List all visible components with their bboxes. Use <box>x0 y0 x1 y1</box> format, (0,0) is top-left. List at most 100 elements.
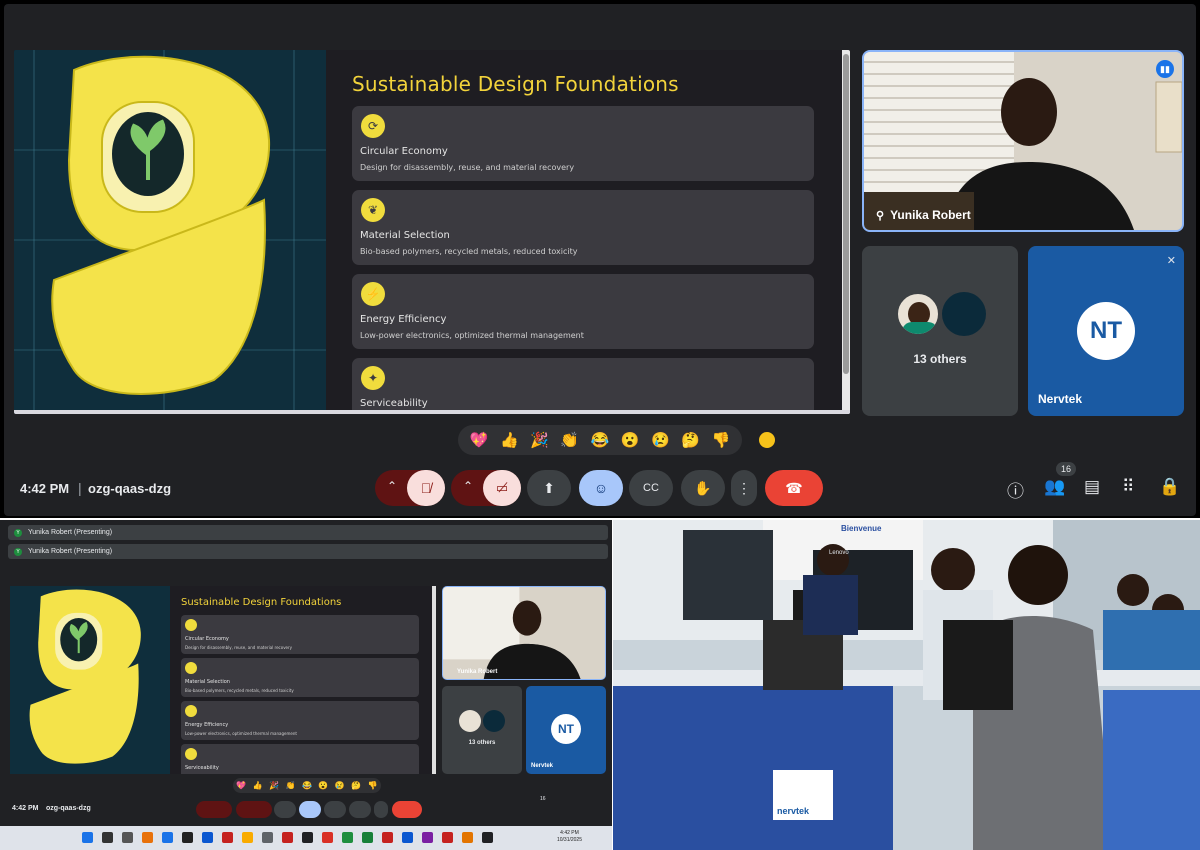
reaction-emoji[interactable]: 😂 <box>302 781 312 790</box>
card-title: Serviceability <box>185 765 219 771</box>
mic-toggle-button[interactable]: 🎙̸ <box>407 470 445 506</box>
nervtek-tile[interactable]: NT Nervtek <box>526 686 606 774</box>
taskbar-app-icon[interactable] <box>402 832 413 843</box>
chat-icon[interactable]: ▤ <box>1084 477 1100 497</box>
present-screen-icon: ⬆ <box>543 479 555 496</box>
taskbar-app-icon[interactable] <box>262 832 273 843</box>
captions-button[interactable]: CC <box>629 470 673 506</box>
nervtek-tile[interactable]: ✕ NT Nervtek <box>1028 246 1184 416</box>
taskbar-app-icon[interactable] <box>482 832 493 843</box>
emoji-button[interactable] <box>299 801 321 818</box>
taskbar-app-icon[interactable] <box>302 832 313 843</box>
camera-options-button[interactable]: ⌃ <box>463 479 473 493</box>
reaction-emoji[interactable]: 🤔 <box>681 431 700 449</box>
participant-count-badge: 16 <box>1056 462 1076 476</box>
people-icon[interactable]: 👥 <box>1044 477 1065 497</box>
reaction-emoji[interactable]: 🎉 <box>530 431 549 449</box>
reaction-emoji[interactable]: 👎 <box>368 781 378 790</box>
taskbar-app-icon[interactable] <box>122 832 133 843</box>
others-tile[interactable]: 13 others <box>442 686 522 774</box>
reaction-emoji[interactable]: 💖 <box>470 431 489 449</box>
camera-toggle-button[interactable]: ▭̸ <box>483 470 521 506</box>
host-controls-icon[interactable]: 🔒 <box>1159 477 1180 497</box>
reaction-emoji[interactable]: 😢 <box>335 781 345 790</box>
slide-scrollbar[interactable] <box>842 50 850 414</box>
present-button[interactable]: ⬆ <box>527 470 571 506</box>
more-options-button[interactable]: ⋮ <box>731 470 757 506</box>
mic-toggle-button[interactable] <box>196 801 232 818</box>
nervtek-logo: NT <box>1077 302 1135 360</box>
scrollbar-thumb[interactable] <box>843 54 849 374</box>
raise-hand-button[interactable] <box>349 801 371 818</box>
taskbar-app-icon[interactable] <box>182 832 193 843</box>
taskbar-app-icon[interactable] <box>242 832 253 843</box>
emoji-button[interactable]: ☺ <box>579 470 623 506</box>
avatar <box>896 292 940 336</box>
camera-toggle-button[interactable] <box>236 801 272 818</box>
taskbar-app-icon[interactable] <box>202 832 213 843</box>
reaction-emoji[interactable]: 😢 <box>651 431 670 449</box>
reaction-emoji[interactable]: 😂 <box>591 431 610 449</box>
slide-scrollbar[interactable] <box>432 586 436 774</box>
second-screen: Y Yunika Robert (Presenting) Y Yunika Ro… <box>0 520 612 850</box>
leaf-icon: ❦ <box>361 198 385 222</box>
taskbar-app-icon[interactable] <box>82 832 93 843</box>
taskbar-app-icon[interactable] <box>462 832 473 843</box>
card-desc: Design for disassembly, reuse, and mater… <box>185 645 293 650</box>
card-circular-economy: Circular Economy Design for disassembly, … <box>181 615 419 654</box>
taskbar-app-icon[interactable] <box>342 832 353 843</box>
speaker-tile[interactable]: Yunika Robert <box>442 586 606 680</box>
card-material-selection: ❦ Material Selection Bio-based polymers,… <box>352 190 814 265</box>
reaction-emoji[interactable]: 💖 <box>236 781 246 790</box>
more-options-button[interactable] <box>374 801 388 818</box>
taskbar-app-icon[interactable] <box>222 832 233 843</box>
reaction-emoji[interactable]: 👍 <box>500 431 519 449</box>
captions-button[interactable] <box>324 801 346 818</box>
reaction-emoji[interactable]: 👎 <box>712 431 731 449</box>
card-desc: Bio-based polymers, recycled metals, red… <box>360 247 578 256</box>
reaction-skin-tone[interactable] <box>759 432 775 448</box>
activities-icon[interactable]: ⠿ <box>1122 477 1134 497</box>
mic-options-button[interactable]: ⌃ <box>387 479 397 493</box>
reaction-emoji[interactable]: 👏 <box>286 781 296 790</box>
nervtek-logo-text: NT <box>558 722 574 736</box>
taskbar-app-icon[interactable] <box>442 832 453 843</box>
end-call-button[interactable]: ☎ <box>765 470 823 506</box>
meeting-code: ozg-qaas-dzg <box>46 805 91 812</box>
classroom-photo-image <box>613 520 1200 850</box>
info-icon[interactable]: ⓘ <box>1007 477 1024 502</box>
mic-off-icon: ✕ <box>1166 255 1176 267</box>
reaction-emoji[interactable]: 😮 <box>318 781 328 790</box>
taskbar-app-icon[interactable] <box>162 832 173 843</box>
taskbar-app-icon[interactable] <box>362 832 373 843</box>
more-icon: ⋮ <box>737 479 751 496</box>
taskbar-app-icon[interactable] <box>142 832 153 843</box>
reaction-emoji[interactable]: 👏 <box>560 431 579 449</box>
raise-hand-button[interactable]: ✋ <box>681 470 725 506</box>
slide-title: Sustainable Design Foundations <box>352 72 679 96</box>
speaker-video <box>443 587 605 679</box>
present-button[interactable] <box>274 801 296 818</box>
captions-icon: CC <box>643 482 659 494</box>
taskbar-app-icon[interactable] <box>322 832 333 843</box>
card-energy-efficiency: ⚡ Energy Efficiency Low-power electronic… <box>352 274 814 349</box>
reaction-emoji[interactable]: 😮 <box>621 431 640 449</box>
taskbar-app-icon[interactable] <box>422 832 433 843</box>
taskbar-app-icon[interactable] <box>102 832 113 843</box>
reaction-emoji[interactable]: 👍 <box>253 781 263 790</box>
end-call-button[interactable] <box>392 801 422 818</box>
taskbar-app-icon[interactable] <box>382 832 393 843</box>
meeting-time: 4:42 PM <box>20 481 70 496</box>
taskbar-app-icon[interactable] <box>282 832 293 843</box>
presenting-row[interactable]: Y Yunika Robert (Presenting) <box>8 544 608 559</box>
others-tile[interactable]: 13 others <box>862 246 1018 416</box>
bulb-icon: ✦ <box>361 366 385 390</box>
others-label: 13 others <box>468 740 496 746</box>
hang-up-icon: ☎ <box>785 479 803 496</box>
reaction-emoji[interactable]: 🎉 <box>269 781 279 790</box>
presenting-row[interactable]: Y Yunika Robert (Presenting) <box>8 525 608 540</box>
speaker-tile[interactable]: ▮▮ ⚲ Yunika Robert <box>862 50 1184 232</box>
speaker-name-label: ⚲ Yunika Robert <box>876 208 971 222</box>
reaction-emoji[interactable]: 🤔 <box>351 781 361 790</box>
reaction-bar: 💖 👍 🎉 👏 😂 😮 😢 🤔 👎 <box>233 778 381 793</box>
